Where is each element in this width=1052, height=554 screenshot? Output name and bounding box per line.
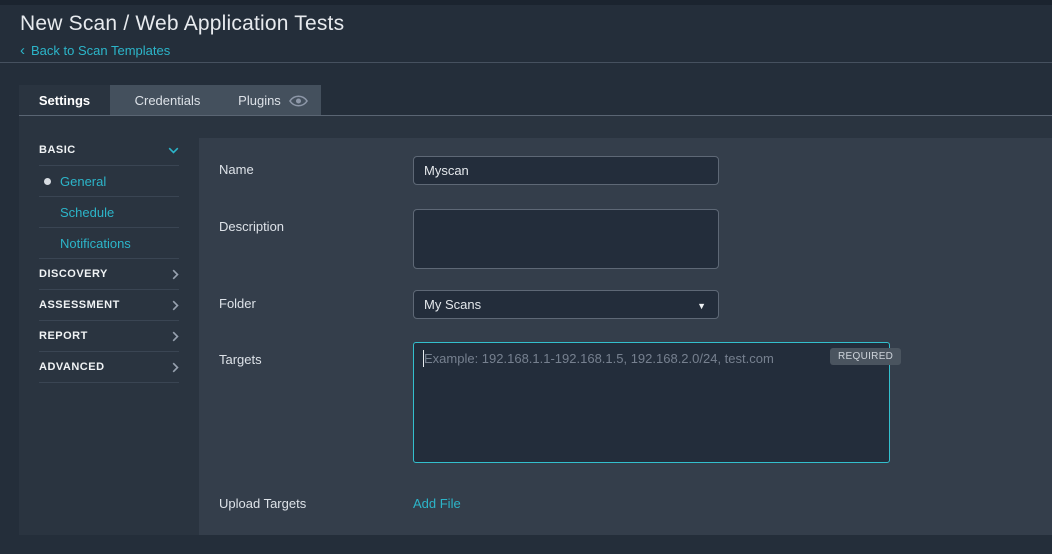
chevron-right-icon: [172, 331, 179, 342]
description-textarea[interactable]: [413, 209, 719, 269]
tab-settings-label: Settings: [39, 93, 90, 108]
tab-credentials-label: Credentials: [135, 93, 201, 108]
text-cursor: [423, 350, 424, 367]
folder-label: Folder: [219, 296, 256, 311]
upload-targets-label: Upload Targets: [219, 496, 306, 511]
sidebar-item-schedule-label: Schedule: [39, 205, 114, 220]
description-label: Description: [219, 219, 284, 234]
chevron-right-icon: [172, 300, 179, 311]
back-to-scan-templates-link[interactable]: ‹ Back to Scan Templates: [20, 43, 170, 58]
eye-icon: [289, 95, 308, 107]
settings-panel: BASIC General Schedule Notifications DIS…: [19, 115, 1052, 535]
top-strip: [0, 0, 1052, 5]
sidebar-section-basic[interactable]: BASIC: [39, 135, 179, 166]
tab-credentials[interactable]: Credentials: [110, 85, 225, 115]
sidebar-section-advanced[interactable]: ADVANCED: [39, 352, 179, 383]
settings-sidebar: BASIC General Schedule Notifications DIS…: [19, 116, 199, 535]
add-file-link[interactable]: Add File: [413, 496, 461, 511]
sidebar-section-basic-label: BASIC: [39, 144, 76, 156]
sidebar-item-notifications-label: Notifications: [39, 236, 131, 251]
sidebar-item-general[interactable]: General: [39, 166, 179, 197]
selected-bullet-icon: [44, 178, 51, 185]
sidebar-section-advanced-label: ADVANCED: [39, 361, 105, 373]
tab-settings[interactable]: Settings: [19, 85, 110, 115]
folder-select-value: My Scans: [424, 297, 481, 312]
folder-select[interactable]: My Scans ▼: [413, 290, 719, 319]
tab-plugins-label: Plugins: [238, 93, 281, 108]
sidebar-section-report-label: REPORT: [39, 330, 88, 342]
name-input[interactable]: [413, 156, 719, 185]
chevron-down-icon: [168, 147, 179, 154]
page-title: New Scan / Web Application Tests: [20, 12, 344, 36]
targets-textarea[interactable]: [413, 342, 890, 463]
sidebar-section-assessment[interactable]: ASSESSMENT: [39, 290, 179, 321]
sidebar-section-assessment-label: ASSESSMENT: [39, 299, 120, 311]
sidebar-item-schedule[interactable]: Schedule: [39, 197, 179, 228]
required-badge: REQUIRED: [830, 348, 901, 365]
header-divider: [0, 62, 1052, 63]
back-link-label: Back to Scan Templates: [31, 43, 170, 58]
tab-bar: Settings Credentials Plugins: [19, 85, 321, 115]
targets-label: Targets: [219, 352, 262, 367]
sidebar-item-notifications[interactable]: Notifications: [39, 228, 179, 259]
back-chevron-icon: ‹: [20, 44, 25, 57]
sidebar-section-discovery-label: DISCOVERY: [39, 268, 108, 280]
tab-plugins[interactable]: Plugins: [225, 85, 321, 115]
general-settings-form: Name Description Folder My Scans ▼ Targe…: [199, 138, 1052, 535]
sidebar-section-report[interactable]: REPORT: [39, 321, 179, 352]
sidebar-section-discovery[interactable]: DISCOVERY: [39, 259, 179, 290]
caret-down-icon: ▼: [697, 301, 706, 311]
chevron-right-icon: [172, 269, 179, 280]
chevron-right-icon: [172, 362, 179, 373]
new-scan-screen: New Scan / Web Application Tests ‹ Back …: [0, 0, 1052, 554]
name-label: Name: [219, 162, 254, 177]
